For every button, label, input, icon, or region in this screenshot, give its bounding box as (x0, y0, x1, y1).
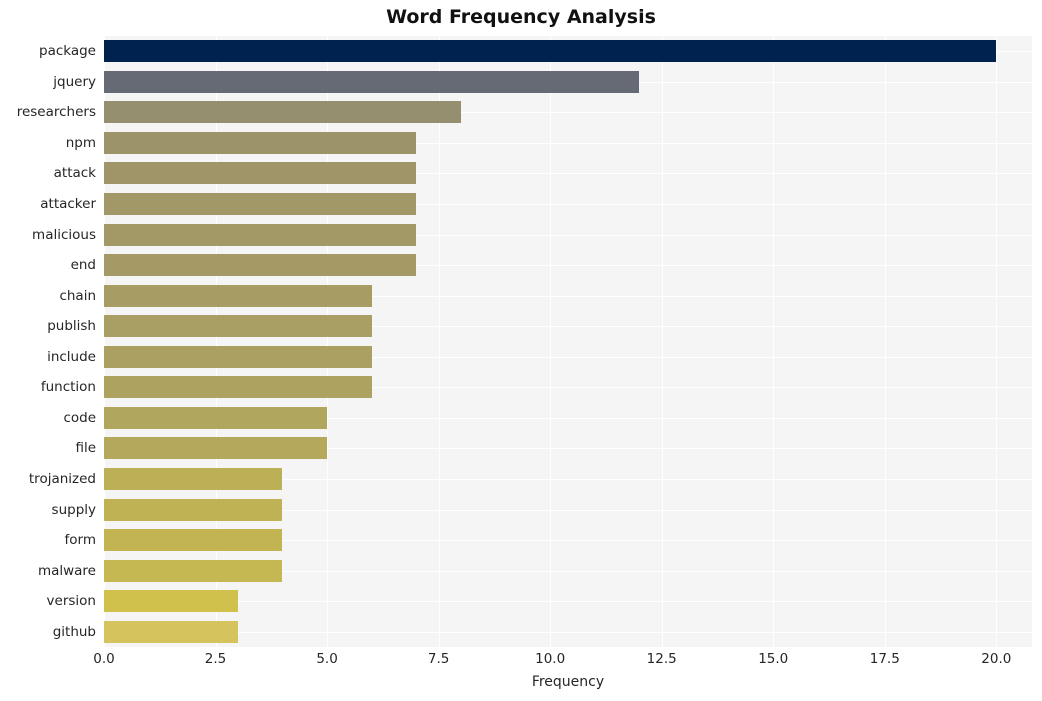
bar[interactable] (104, 406, 328, 429)
x-tick-label: 10.0 (535, 651, 566, 667)
bar[interactable] (104, 284, 372, 307)
bar[interactable] (104, 40, 997, 63)
y-tick-label: supply (51, 501, 96, 518)
chart-title: Word Frequency Analysis (386, 6, 656, 28)
bar[interactable] (104, 345, 372, 368)
bar[interactable] (104, 467, 283, 490)
bar[interactable] (104, 101, 461, 124)
x-tick-label: 0.0 (93, 651, 115, 667)
bar[interactable] (104, 620, 238, 643)
y-tick-label: github (52, 623, 96, 640)
bar[interactable] (104, 70, 640, 93)
y-tick-label: version (46, 593, 96, 610)
bar[interactable] (104, 376, 372, 399)
y-tick-label: malware (37, 562, 96, 579)
x-axis-tick-labels: 0.0 2.5 5.0 7.5 10.0 12.5 15.0 17.5 20.0 (93, 651, 1032, 671)
y-tick-label: researchers (16, 104, 96, 121)
bar[interactable] (104, 559, 283, 582)
y-tick-label: function (40, 379, 96, 396)
y-tick-label: attack (53, 165, 96, 182)
bar[interactable] (104, 254, 417, 277)
y-tick-label: publish (47, 318, 96, 335)
chart-figure: Word Frequency Analysis package jquery res… (0, 0, 1042, 701)
y-tick-label: jquery (53, 73, 96, 90)
y-tick-label: form (64, 532, 96, 549)
bar[interactable] (104, 437, 328, 460)
x-tick-label: 12.5 (646, 651, 677, 667)
x-axis-label: Frequency (531, 674, 605, 690)
y-tick-label: code (63, 409, 96, 426)
y-tick-label: end (70, 257, 96, 274)
x-tick-label: 5.0 (316, 651, 338, 667)
bars-container (104, 36, 1032, 647)
y-tick-label: trojanized (28, 470, 96, 487)
x-tick-label: 17.5 (869, 651, 900, 667)
bar[interactable] (104, 590, 238, 613)
bar[interactable] (104, 315, 372, 338)
plot-area (104, 36, 1032, 647)
y-axis-tick-labels: package jquery researchers npm attack attacke… (0, 36, 96, 647)
y-tick-label: npm (65, 134, 96, 151)
bar[interactable] (104, 193, 417, 216)
bar[interactable] (104, 498, 283, 521)
x-tick-label: 20.0 (981, 651, 1012, 667)
bar[interactable] (104, 131, 417, 154)
x-tick-label: 2.5 (204, 651, 227, 667)
y-tick-label: malicious (32, 226, 96, 243)
y-tick-label: chain (59, 287, 96, 304)
bar[interactable] (104, 529, 283, 552)
x-tick-label: 7.5 (427, 651, 450, 667)
y-tick-label: file (75, 440, 96, 457)
y-tick-label: include (47, 348, 96, 365)
y-tick-label: attacker (40, 196, 96, 213)
x-tick-label: 15.0 (758, 651, 789, 667)
bar[interactable] (104, 223, 417, 246)
y-tick-label: package (39, 43, 96, 60)
bar[interactable] (104, 162, 417, 185)
